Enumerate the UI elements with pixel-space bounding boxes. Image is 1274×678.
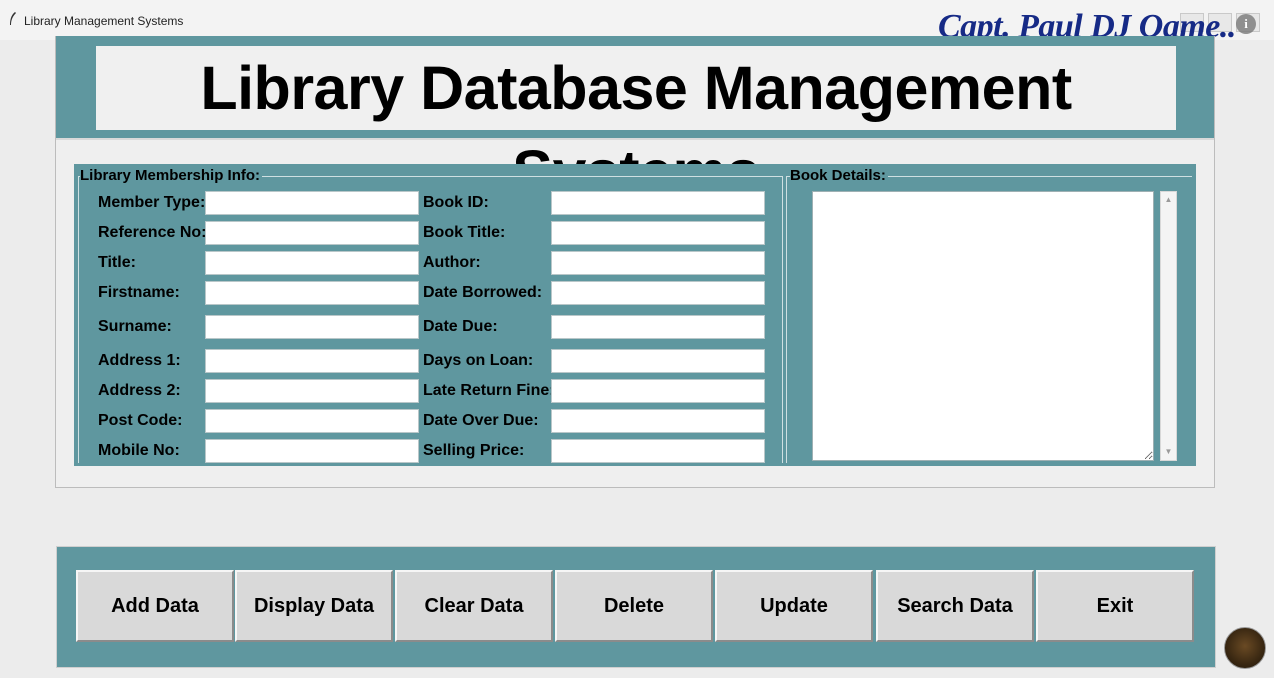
book-id-field[interactable]	[551, 191, 765, 215]
search-data-button[interactable]: Search Data	[876, 570, 1034, 642]
author-label: Author:	[423, 254, 481, 271]
address-1-label: Address 1:	[98, 352, 181, 369]
channel-logo-icon	[1224, 627, 1266, 669]
member-type-label: Member Type:	[98, 194, 206, 211]
book-id-label: Book ID:	[423, 194, 489, 211]
date-borrowed-label: Date Borrowed:	[423, 284, 543, 301]
book-title-label: Book Title:	[423, 224, 506, 241]
days-on-loan-field[interactable]	[551, 349, 765, 373]
member-type-field[interactable]	[205, 191, 419, 215]
exit-button[interactable]: Exit	[1036, 570, 1194, 642]
firstname-label: Firstname:	[98, 284, 180, 301]
scroll-down-arrow-icon[interactable]: ▼	[1161, 445, 1176, 459]
title-label: Title:	[98, 254, 136, 271]
late-return-fine-field[interactable]	[551, 379, 765, 403]
reference-no-field[interactable]	[205, 221, 419, 245]
add-data-button[interactable]: Add Data	[76, 570, 234, 642]
firstname-field[interactable]	[205, 281, 419, 305]
address-2-label: Address 2:	[98, 382, 181, 399]
membership-group-label: Library Membership Info:	[80, 167, 263, 184]
days-on-loan-label: Days on Loan:	[423, 352, 534, 369]
surname-label: Surname:	[98, 318, 172, 335]
membership-group-border-left	[78, 176, 79, 463]
date-borrowed-field[interactable]	[551, 281, 765, 305]
display-data-button[interactable]: Display Data	[235, 570, 393, 642]
update-button[interactable]: Update	[715, 570, 873, 642]
mobile-no-field[interactable]	[205, 439, 419, 463]
page-title: Library Database Management Systems	[200, 54, 1072, 206]
post-code-field[interactable]	[205, 409, 419, 433]
info-icon[interactable]: i	[1236, 14, 1256, 34]
book-details-textarea[interactable]	[812, 191, 1154, 461]
reference-no-label: Reference No:	[98, 224, 207, 241]
membership-group-border-right	[782, 176, 783, 463]
feather-icon	[10, 12, 16, 25]
author-field[interactable]	[551, 251, 765, 275]
surname-field[interactable]	[205, 315, 419, 339]
selling-price-label: Selling Price:	[423, 442, 525, 459]
address-1-field[interactable]	[205, 349, 419, 373]
book-title-field[interactable]	[551, 221, 765, 245]
book-details-group-label: Book Details:	[790, 167, 888, 184]
date-due-field[interactable]	[551, 315, 765, 339]
book-details-scrollbar[interactable]: ▲ ▼	[1160, 191, 1177, 461]
date-due-label: Date Due:	[423, 318, 498, 335]
book-details-group-border-left	[786, 176, 787, 463]
window-title: Library Management Systems	[24, 14, 184, 28]
date-over-due-field[interactable]	[551, 409, 765, 433]
selling-price-field[interactable]	[551, 439, 765, 463]
date-over-due-label: Date Over Due:	[423, 412, 539, 429]
delete-button[interactable]: Delete	[555, 570, 713, 642]
post-code-label: Post Code:	[98, 412, 183, 429]
mobile-no-label: Mobile No:	[98, 442, 180, 459]
address-2-field[interactable]	[205, 379, 419, 403]
late-return-fine-label: Late Return Fine:	[423, 382, 555, 399]
clear-data-button[interactable]: Clear Data	[395, 570, 553, 642]
title-field[interactable]	[205, 251, 419, 275]
scroll-up-arrow-icon[interactable]: ▲	[1161, 193, 1176, 207]
